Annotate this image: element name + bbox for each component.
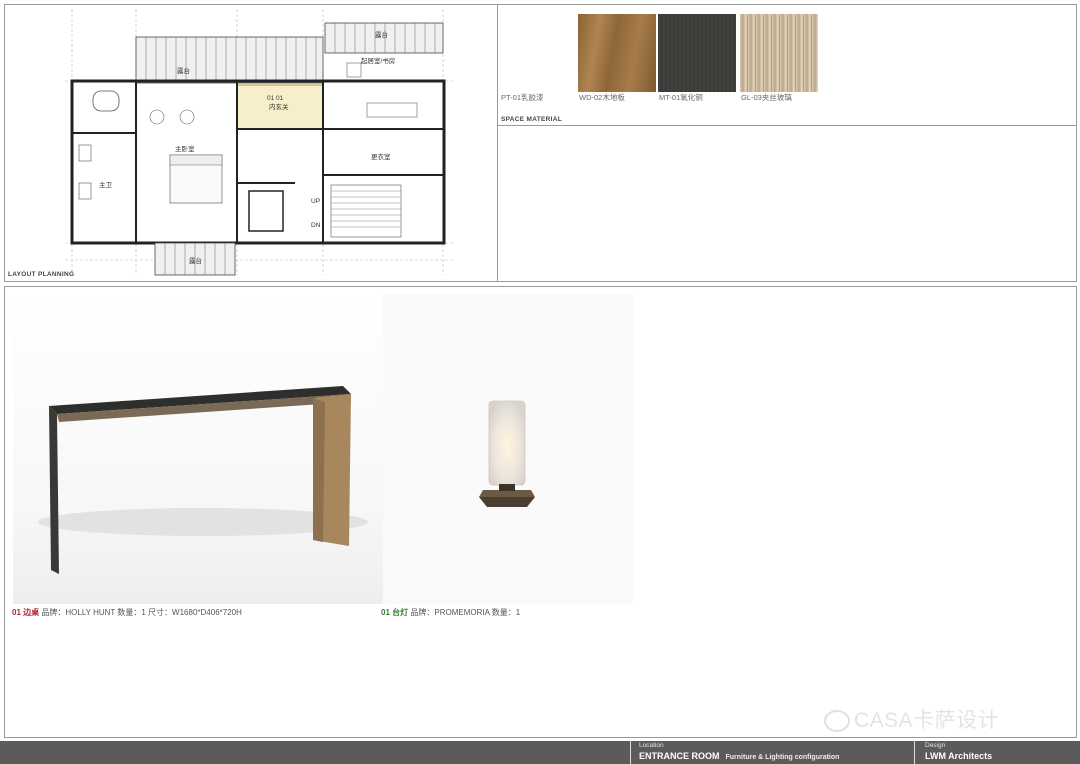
room-label-master-bath: 主卫 <box>99 180 113 189</box>
footer-bar: Location ENTRANCE ROOM Furniture & Lighti… <box>0 741 1080 764</box>
floor-plan-drawing: 露台 露台 露台 主卧室 主卫 01 01 内玄关 起居室/书房 更衣室 UP … <box>65 9 455 276</box>
swatch-label-pt-01: PT-01乳胶漆 <box>501 93 544 102</box>
swatch-label-mt-01: MT-01氧化铜 <box>659 93 703 102</box>
side-table-number: 01 <box>12 608 21 617</box>
space-material-panel: PT-01乳胶漆 WD-02木地板 MT-01氧化铜 GL-03夹丝玻璃 SPA… <box>497 4 1077 282</box>
watermark: CASA卡萨设计 <box>824 704 999 734</box>
swatch-wd-02 <box>578 14 656 92</box>
swatch-mt-01 <box>658 14 736 92</box>
table-lamp-image <box>383 294 633 604</box>
room-label-foyer-code: 01 01 <box>267 95 284 102</box>
stair-down-label: DN <box>311 222 321 229</box>
room-label-master-bedroom: 主卧室 <box>175 144 195 153</box>
side-table-caption: 01 边桌 品牌：HOLLY HUNT 数量：1 尺寸：W1680*D406*7… <box>12 607 242 618</box>
swatch-label-gl-03: GL-03夹丝玻璃 <box>741 93 792 102</box>
furniture-panel: 01 边桌 品牌：HOLLY HUNT 数量：1 尺寸：W1680*D406*7… <box>4 286 1077 738</box>
wechat-icon <box>824 710 850 733</box>
footer-location-value: ENTRANCE ROOM Furniture & Lighting config… <box>639 751 839 761</box>
layout-planning-panel: 露台 露台 露台 主卧室 主卫 01 01 内玄关 起居室/书房 更衣室 UP … <box>4 4 498 282</box>
footer-location-label: Location <box>639 742 664 749</box>
room-label-dressing-room: 更衣室 <box>371 152 391 161</box>
footer-design-label: Design <box>925 742 946 749</box>
side-table-details: 品牌：HOLLY HUNT 数量：1 尺寸：W1680*D406*720H <box>41 608 242 617</box>
footer-location-sub: Furniture & Lighting configuration <box>725 754 840 761</box>
stair-up-label: UP <box>311 198 320 205</box>
watermark-text: CASA卡萨设计 <box>854 709 1000 732</box>
side-table-image <box>13 294 383 604</box>
table-lamp-details: 品牌：PROMEMORIA 数量：1 <box>410 608 521 617</box>
layout-planning-label: LAYOUT PLANNING <box>8 271 75 278</box>
side-table-name: 边桌 <box>23 608 40 617</box>
material-divider <box>498 125 1076 126</box>
room-label-terrace-bottom: 露台 <box>189 256 202 265</box>
footer-design-cell: Design LWM Architects <box>914 741 1080 764</box>
room-label-living-study: 起居室/书房 <box>361 56 395 65</box>
swatch-label-wd-02: WD-02木地板 <box>579 93 625 102</box>
swatch-gl-03 <box>740 14 818 92</box>
table-lamp-name: 台灯 <box>392 608 409 617</box>
room-label-foyer: 内玄关 <box>269 102 289 111</box>
footer-design-value: LWM Architects <box>925 751 993 761</box>
room-label-terrace-right: 露台 <box>375 30 388 39</box>
footer-location-cell: Location ENTRANCE ROOM Furniture & Lighti… <box>630 741 913 764</box>
footer-location-title: ENTRANCE ROOM <box>639 751 720 761</box>
room-label-terrace-top: 露台 <box>177 66 190 75</box>
swatch-pt-01 <box>498 14 576 92</box>
table-lamp-caption: 01 台灯 品牌：PROMEMORIA 数量：1 <box>381 607 520 618</box>
space-material-label: SPACE MATERIAL <box>501 116 563 123</box>
table-lamp-number: 01 <box>381 608 390 617</box>
